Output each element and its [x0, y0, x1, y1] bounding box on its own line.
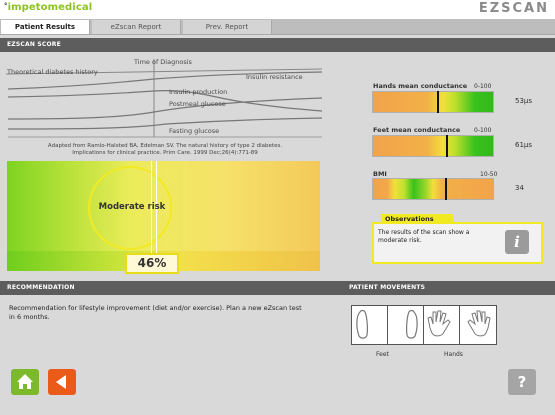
postmeal-glucose-label: Postmeal glucose	[169, 100, 226, 108]
hands-conductance-label: Hands mean conductance	[373, 82, 468, 90]
tab-bar: Patient Results eZscan Report Prev. Repo…	[0, 19, 555, 35]
feet-conductance-marker	[446, 135, 448, 157]
feet-label: Feet	[376, 351, 389, 358]
hands-conductance-marker	[437, 91, 439, 113]
time-of-diagnosis-label: Time of Diagnosis	[134, 58, 192, 66]
risk-percentage: 46%	[125, 253, 179, 274]
diabetes-history-diagram: Time of Diagnosis Theoretical diabetes h…	[6, 57, 322, 139]
home-button[interactable]	[11, 369, 39, 395]
bmi-value: 34	[515, 184, 524, 192]
hands-movement-left	[423, 305, 461, 345]
hands-conductance-range: 0-100	[474, 83, 492, 90]
bmi-marker	[445, 178, 447, 200]
observations-text: The results of the scan show a moderate …	[378, 229, 470, 244]
feet-movement-right	[387, 305, 425, 345]
hands-label: Hands	[444, 351, 463, 358]
back-arrow-icon	[56, 375, 66, 389]
hands-movement-right	[459, 305, 497, 345]
feet-movement-left	[351, 305, 389, 345]
feet-conductance-value: 61µs	[515, 141, 533, 149]
recommendation-section-title: RECOMMENDATION	[0, 281, 347, 295]
right-hand-icon	[467, 310, 491, 337]
bmi-range: 10-50	[480, 171, 498, 178]
fasting-glucose-label: Fasting glucose	[169, 127, 220, 135]
info-icon[interactable]: i	[505, 230, 529, 254]
hands-conductance-value: 53µs	[515, 97, 533, 105]
tab-prev-report[interactable]: Prev. Report	[183, 20, 272, 34]
help-button[interactable]: ?	[508, 369, 536, 395]
insulin-resistance-label: Insulin resistance	[246, 73, 303, 81]
bmi-label: BMI	[373, 170, 387, 178]
right-foot-icon	[406, 309, 418, 339]
bmi-bar	[372, 178, 494, 200]
recommendation-text: Recommendation for lifestyle improvement…	[9, 304, 302, 321]
reference-citation: Adapted from Ramlo-Halsted BA, Edelman S…	[47, 143, 283, 156]
tab-patient-results[interactable]: Patient Results	[1, 20, 90, 34]
feet-conductance-label: Feet mean conductance	[373, 126, 461, 134]
tab-ezscan-report[interactable]: eZscan Report	[92, 20, 181, 34]
app-header: °impetomedical EZSCAN	[0, 0, 555, 19]
ezscan-brand: EZSCAN	[478, 1, 549, 16]
theoretical-history-label: Theoretical diabetes history	[7, 68, 98, 76]
feet-conductance-bar	[372, 135, 494, 157]
home-icon	[17, 374, 33, 389]
score-section-title: EZSCAN SCORE	[0, 38, 555, 52]
left-foot-icon	[356, 309, 368, 339]
impeto-logo: °impetomedical	[4, 2, 93, 13]
left-hand-icon	[427, 310, 451, 337]
feet-conductance-range: 0-100	[474, 127, 492, 134]
movements-section-title: PATIENT MOVEMENTS	[342, 281, 555, 295]
observations-title: Observations	[381, 214, 453, 224]
risk-level-label: Moderate risk	[98, 202, 166, 212]
hands-conductance-bar	[372, 91, 494, 113]
back-button[interactable]	[48, 369, 76, 395]
insulin-production-label: Insulin production	[169, 88, 228, 96]
